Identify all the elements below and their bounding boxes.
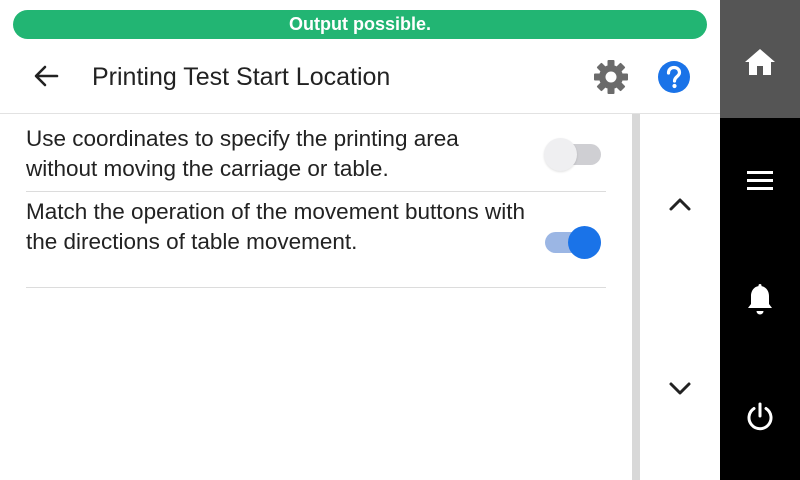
menu-icon — [747, 171, 773, 190]
setting-label-movement-buttons: Match the operation of the movement butt… — [26, 199, 526, 254]
chevron-down-icon — [669, 382, 691, 395]
power-icon — [747, 402, 773, 431]
page-title: Printing Test Start Location — [92, 63, 391, 91]
home-button[interactable] — [720, 0, 800, 118]
toggle-knob — [568, 226, 601, 259]
settings-button[interactable] — [590, 56, 632, 98]
status-banner: Output possible. — [13, 10, 707, 39]
coordinates-toggle[interactable] — [544, 135, 602, 171]
chevron-up-icon — [669, 198, 691, 211]
back-arrow-icon — [34, 65, 59, 87]
power-button[interactable] — [720, 382, 800, 452]
bell-icon — [748, 284, 772, 315]
back-button[interactable] — [28, 58, 64, 94]
setting-label-coordinates: Use coordinates to specify the printing … — [26, 126, 459, 181]
scroll-up-button[interactable] — [660, 185, 700, 225]
setting-row-movement-buttons: Match the operation of the movement butt… — [26, 192, 606, 288]
header: Printing Test Start Location — [0, 44, 720, 114]
home-icon — [745, 49, 775, 75]
side-navigation — [720, 0, 800, 480]
notifications-button[interactable] — [720, 263, 800, 333]
scroll-down-button[interactable] — [660, 368, 700, 408]
list-scrollbar[interactable] — [632, 114, 640, 480]
gear-icon — [594, 60, 628, 94]
help-icon — [658, 61, 690, 93]
movement-buttons-toggle[interactable] — [544, 223, 602, 259]
toggle-knob — [544, 138, 577, 171]
help-button[interactable] — [657, 60, 691, 94]
status-text: Output possible. — [289, 14, 431, 34]
setting-row-coordinates: Use coordinates to specify the printing … — [26, 120, 606, 192]
menu-button[interactable] — [720, 146, 800, 216]
